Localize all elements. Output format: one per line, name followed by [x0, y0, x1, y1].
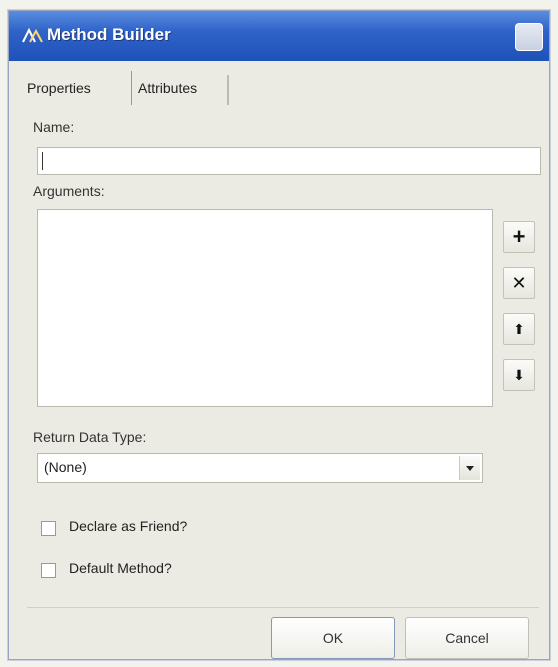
move-up-button[interactable]: ⬆ — [503, 313, 535, 345]
default-method-checkbox[interactable] — [41, 563, 56, 578]
name-label: Name: — [33, 119, 75, 135]
tab-properties[interactable]: Properties — [21, 71, 97, 105]
default-method-label: Default Method? — [69, 560, 172, 576]
method-icon — [22, 27, 43, 43]
window-title: Method Builder — [47, 25, 171, 44]
tab-divider — [227, 75, 229, 105]
ok-button[interactable]: OK — [271, 617, 395, 659]
declare-friend-label: Declare as Friend? — [69, 518, 188, 534]
remove-argument-button[interactable]: ✕ — [503, 267, 535, 299]
title-bar[interactable]: Method Builder — [9, 11, 549, 61]
text-caret — [42, 152, 43, 170]
method-builder-dialog: Method Builder Properties Attributes Nam… — [8, 10, 550, 660]
move-down-button[interactable]: ⬇ — [503, 359, 535, 391]
arguments-list[interactable] — [37, 209, 493, 407]
name-input[interactable] — [37, 147, 541, 175]
footer-divider — [27, 607, 539, 608]
return-type-select[interactable]: (None) — [37, 453, 483, 483]
dropdown-arrow-button[interactable] — [459, 456, 480, 480]
chevron-down-icon — [466, 466, 474, 471]
cancel-button[interactable]: Cancel — [405, 617, 529, 659]
return-type-value: (None) — [44, 459, 87, 475]
add-argument-button[interactable]: + — [503, 221, 535, 253]
tab-attributes[interactable]: Attributes — [131, 71, 203, 105]
return-type-label: Return Data Type: — [33, 429, 147, 445]
close-button[interactable] — [515, 23, 543, 51]
declare-friend-checkbox[interactable] — [41, 521, 56, 536]
arguments-label: Arguments: — [33, 183, 105, 199]
